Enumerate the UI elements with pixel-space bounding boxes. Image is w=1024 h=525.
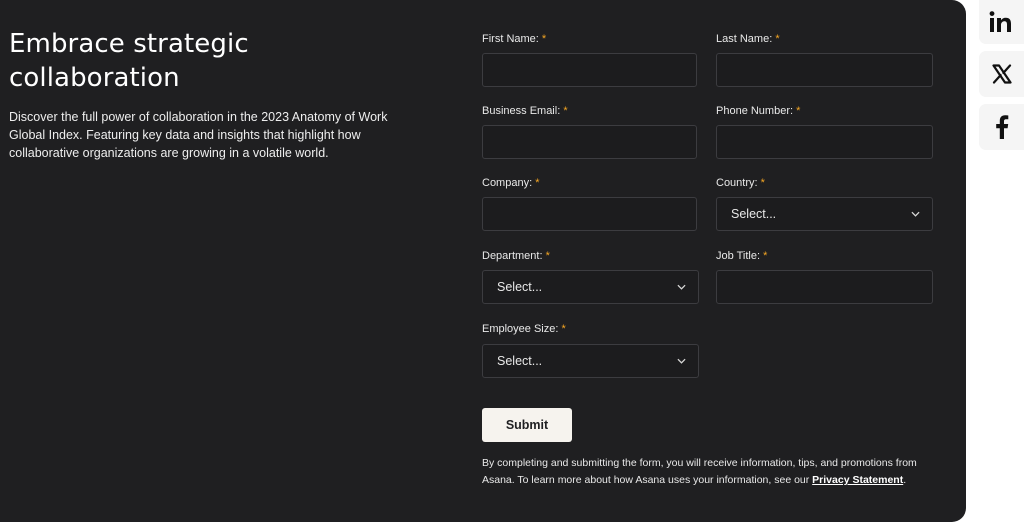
chevron-down-icon xyxy=(677,358,686,364)
company-label-text: Company: xyxy=(482,177,533,189)
x-share-button[interactable] xyxy=(979,51,1024,97)
privacy-statement-link[interactable]: Privacy Statement xyxy=(812,474,903,486)
business-email-field[interactable] xyxy=(482,125,697,159)
country-label: Country: * xyxy=(716,176,765,190)
employee-size-label: Employee Size: * xyxy=(482,322,566,336)
chevron-down-icon xyxy=(911,211,920,217)
department-select[interactable]: Select... xyxy=(482,270,699,304)
last-name-label-text: Last Name: xyxy=(716,33,773,45)
first-name-label: First Name: * xyxy=(482,32,546,46)
job-title-label-text: Job Title: xyxy=(716,250,761,262)
phone-number-label: Phone Number: * xyxy=(716,104,800,118)
chevron-down-icon xyxy=(677,284,686,290)
intro-description: Discover the full power of collaboration… xyxy=(9,110,388,160)
job-title-field[interactable] xyxy=(716,270,933,304)
employee-size-label-text: Employee Size: xyxy=(482,323,559,335)
form-panel: Embrace strategic collaboration Discover… xyxy=(0,0,966,522)
country-select[interactable]: Select... xyxy=(716,197,933,231)
linkedin-icon xyxy=(989,11,1011,32)
employee-size-selected-value: Select... xyxy=(497,354,543,368)
first-name-label-text: First Name: xyxy=(482,33,539,45)
facebook-icon xyxy=(996,115,1009,139)
form-disclaimer: By completing and submitting the form, y… xyxy=(482,455,942,489)
x-twitter-icon xyxy=(992,64,1012,84)
page-title: Embrace strategic collaboration xyxy=(9,29,249,93)
department-label-text: Department: xyxy=(482,250,543,262)
company-label: Company: * xyxy=(482,176,539,190)
last-name-field[interactable] xyxy=(716,53,933,87)
linkedin-share-button[interactable] xyxy=(979,0,1024,44)
submit-button[interactable]: Submit xyxy=(482,408,572,442)
last-name-label: Last Name: * xyxy=(716,32,780,46)
country-selected-value: Select... xyxy=(731,207,777,221)
phone-number-label-text: Phone Number: xyxy=(716,105,794,117)
country-label-text: Country: xyxy=(716,177,758,189)
disclaimer-end: . xyxy=(903,474,907,486)
required-marker: * xyxy=(545,250,550,262)
required-marker: * xyxy=(760,177,765,189)
required-marker: * xyxy=(775,33,780,45)
job-title-label: Job Title: * xyxy=(716,249,767,263)
page: Embrace strategic collaboration Discover… xyxy=(0,0,1024,525)
required-marker: * xyxy=(535,177,540,189)
required-marker: * xyxy=(561,323,566,335)
business-email-label: Business Email: * xyxy=(482,104,568,118)
facebook-share-button[interactable] xyxy=(979,104,1024,150)
department-selected-value: Select... xyxy=(497,280,543,294)
company-field[interactable] xyxy=(482,197,697,231)
required-marker: * xyxy=(763,250,768,262)
phone-number-field[interactable] xyxy=(716,125,933,159)
business-email-label-text: Business Email: xyxy=(482,105,561,117)
first-name-field[interactable] xyxy=(482,53,697,87)
department-label: Department: * xyxy=(482,249,550,263)
required-marker: * xyxy=(541,33,547,45)
required-marker: * xyxy=(796,105,801,117)
employee-size-select[interactable]: Select... xyxy=(482,344,699,378)
required-marker: * xyxy=(563,105,568,117)
